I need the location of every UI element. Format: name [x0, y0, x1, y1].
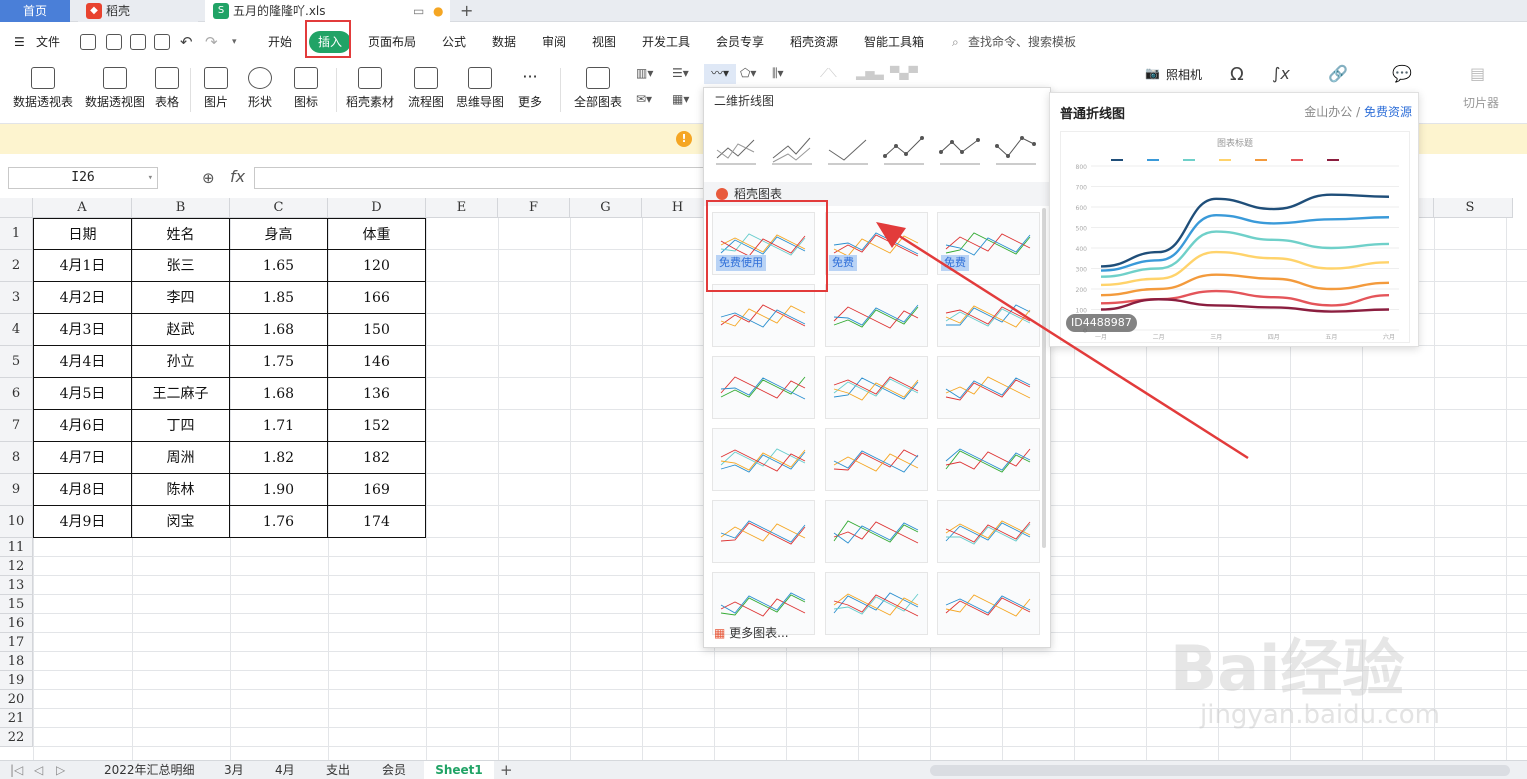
- spreadsheet-window: 首页 ◆ 稻壳 S 五月的隆隆吖.xls ▭ ● + ☰ 文件 ↶ ↷ ▾ 开始…: [0, 0, 1527, 779]
- baidu-watermark-url: jingyan.baidu.com: [1200, 700, 1440, 730]
- baidu-watermark: Bai经验: [1170, 632, 1405, 705]
